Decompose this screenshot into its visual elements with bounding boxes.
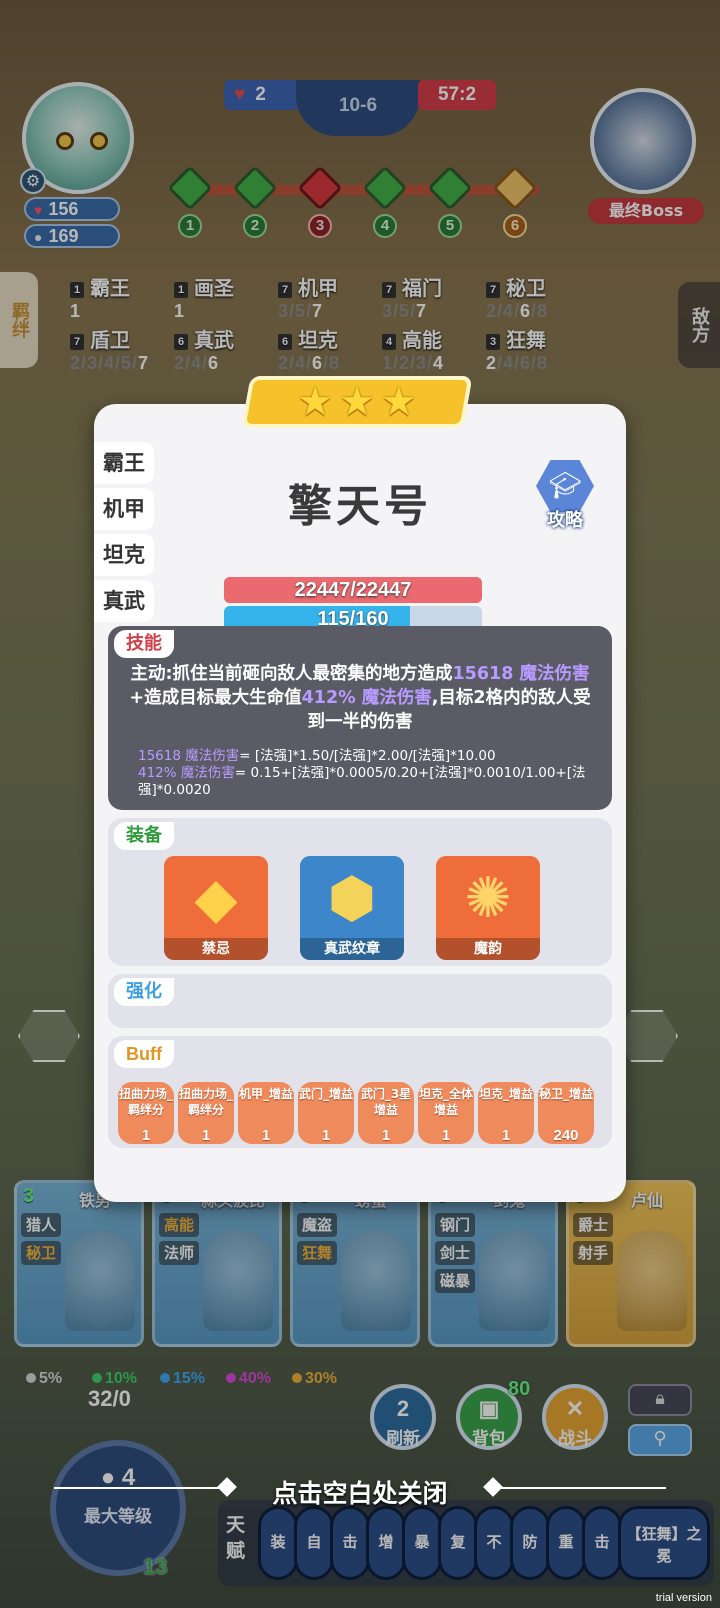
- skill-description: 主动:抓住当前砸向敌人最密集的地方造成15618 魔法伤害+造成目标最大生命值4…: [129, 664, 591, 732]
- star-icon: ★: [380, 379, 417, 425]
- divider: [496, 1487, 666, 1489]
- emblem-icon: ⬢: [327, 866, 377, 931]
- buff-chip[interactable]: 武门_增益 1: [298, 1082, 354, 1144]
- buff-chip[interactable]: 坦克_全体增益 1: [418, 1082, 474, 1144]
- star-icon: ★: [297, 379, 334, 425]
- section-title: 强化: [114, 978, 174, 1006]
- section-title: 技能: [114, 630, 174, 658]
- buff-chip[interactable]: 秘卫_增益 240: [538, 1082, 594, 1144]
- skill-formula: 15618 魔法伤害= [法强]*1.50/[法强]*2.00/[法强]*10.…: [138, 748, 586, 798]
- watermark: trial version: [655, 1592, 712, 1604]
- equipment-item[interactable]: ◆ 禁忌: [164, 856, 268, 960]
- buff-chip[interactable]: 武门_3星增益 1: [358, 1082, 414, 1144]
- hp-bar: 22447/22447: [224, 577, 482, 603]
- graduation-cap-icon: 🎓︎: [536, 460, 594, 512]
- buff-list: 扭曲力场_羁绊分 1 扭曲力场_羁绊分 1 机甲_增益 1 武门_增益 1 武门_3星增…: [118, 1082, 608, 1144]
- star-rating: ★ ★ ★: [246, 378, 468, 426]
- enhance-section: 强化: [108, 974, 612, 1028]
- magic-orb-icon: ✺: [464, 866, 512, 931]
- star-icon: ★: [339, 379, 375, 425]
- skill-section: 技能 主动:抓住当前砸向敌人最密集的地方造成15618 魔法伤害+造成目标最大生…: [108, 626, 612, 810]
- buff-chip[interactable]: 扭曲力场_羁绊分 1: [178, 1082, 234, 1144]
- crystal-chain-icon: ◆: [194, 866, 238, 931]
- close-hint[interactable]: 点击空白处关闭: [0, 1474, 720, 1510]
- side-tab[interactable]: 真武: [94, 580, 154, 622]
- equipment-item[interactable]: ✺ 魔韵: [436, 856, 540, 960]
- buff-section: Buff 扭曲力场_羁绊分 1 扭曲力场_羁绊分 1 机甲_增益 1 武门_增益 1 武…: [108, 1036, 612, 1148]
- buff-chip[interactable]: 机甲_增益 1: [238, 1082, 294, 1144]
- section-title: Buff: [114, 1040, 174, 1068]
- buff-chip[interactable]: 坦克_增益 1: [478, 1082, 534, 1144]
- buff-chip[interactable]: 扭曲力场_羁绊分 1: [118, 1082, 174, 1144]
- equipment-item[interactable]: ⬢ 真武纹章: [300, 856, 404, 960]
- side-tab[interactable]: 坦克: [94, 534, 154, 576]
- unit-detail-modal: 霸王 机甲 坦克 真武 擎天号 🎓︎ 攻略 22447/22447 115/16…: [94, 404, 626, 1202]
- guide-button[interactable]: 🎓︎ 攻略: [532, 460, 598, 531]
- equipment-section: 装备 ◆ 禁忌 ⬢ 真武纹章 ✺ 魔韵: [108, 818, 612, 966]
- section-title: 装备: [114, 822, 174, 850]
